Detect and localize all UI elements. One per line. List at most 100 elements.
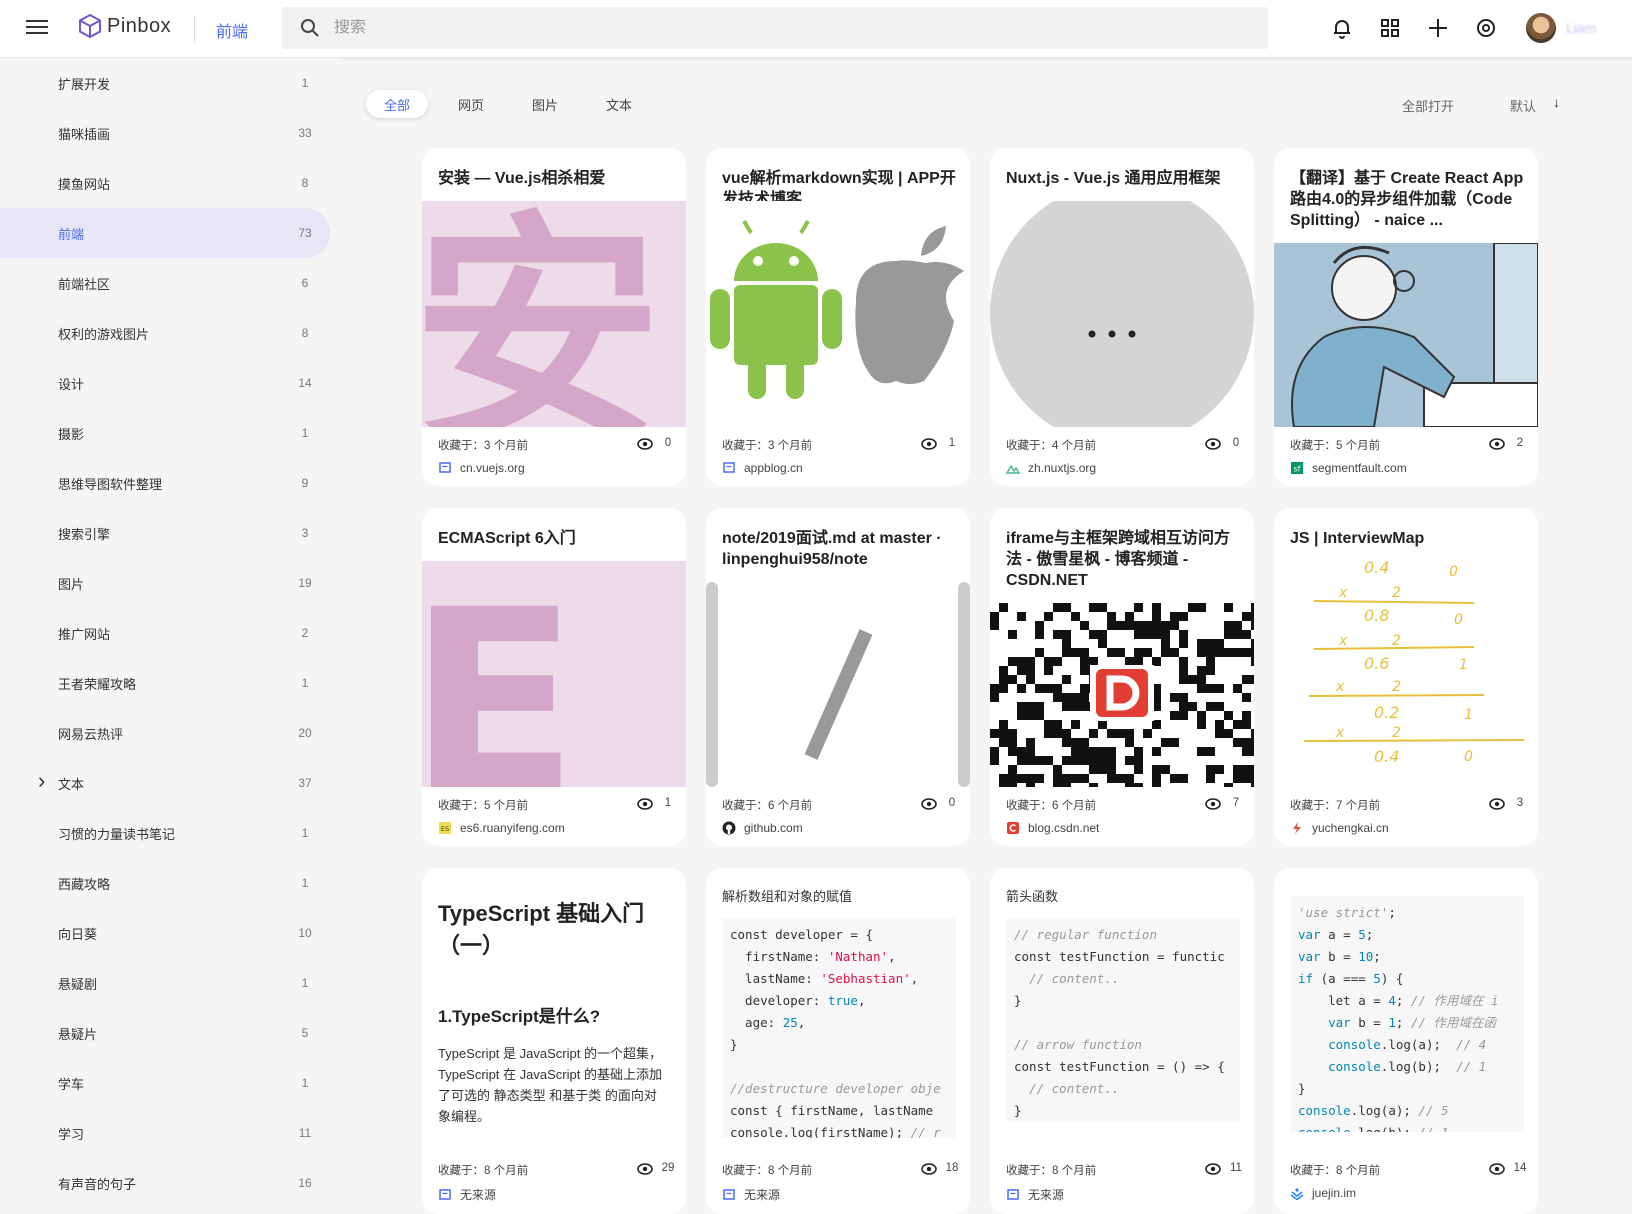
view-count: 18 <box>945 1162 959 1174</box>
sidebar-item[interactable]: 有声音的句子 16 <box>0 1158 330 1208</box>
sidebar-item[interactable]: 图片 19 <box>0 558 330 608</box>
source-label: 无来源 <box>460 1188 497 1202</box>
code-card[interactable]: 解析数组和对象的赋值 const developer = { firstName… <box>706 868 970 1214</box>
sidebar-item[interactable]: 习惯的力量读书笔记 1 <box>0 808 330 858</box>
sidebar-item[interactable]: 向日葵 10 <box>0 908 330 958</box>
grid-icon[interactable] <box>1378 16 1402 40</box>
sidebar-item[interactable]: 摸鱼网站 8 <box>0 158 330 208</box>
tab-image[interactable]: 图片 <box>514 90 576 118</box>
saved-time: 收藏于：8 个月前 <box>1006 1165 1097 1177</box>
sidebar-item[interactable]: › 文本 37 <box>0 758 330 808</box>
bookmark-card[interactable]: 【翻译】基于 Create React App路由4.0的异步组件加载（Code… <box>1274 148 1538 486</box>
sidebar-item-label: 前端 <box>58 226 85 242</box>
text-card[interactable]: TypeScript 基础入门（一） 1.TypeScript是什么? Type… <box>422 868 686 1214</box>
cartoon-programmer-image <box>1291 243 1538 427</box>
sidebar-item[interactable]: 思维导图软件整理 9 <box>0 458 330 508</box>
code-card[interactable]: 'use strict'; var a = 5; var b = 10; if … <box>1274 868 1538 1214</box>
sidebar-item[interactable]: 搜索引擎 3 <box>0 508 330 558</box>
sidebar-item-count: 6 <box>301 276 309 290</box>
saved-time: 收藏于：3 个月前 <box>722 440 813 452</box>
tab-webpage[interactable]: 网页 <box>440 90 502 118</box>
sidebar-item[interactable]: 设计 14 <box>0 358 330 408</box>
card-source[interactable]: 无来源 <box>438 1186 496 1203</box>
sidebar-item[interactable]: 猫咪插画 33 <box>0 108 330 158</box>
settings-icon[interactable] <box>1474 16 1498 40</box>
sidebar-item-count: 1 <box>301 426 309 440</box>
bell-icon[interactable] <box>1330 16 1354 40</box>
es6-icon: ES <box>439 822 451 834</box>
sidebar-item[interactable]: 悬疑片 5 <box>0 1008 330 1058</box>
segmentfault-icon: sf <box>1291 462 1303 474</box>
card-source[interactable]: sf segmentfault.com <box>1290 461 1407 475</box>
card-title: JS | InterviewMap <box>1290 530 1425 547</box>
card-source[interactable]: 无来源 <box>722 1186 780 1203</box>
sidebar-item-label: 前端社区 <box>58 276 111 292</box>
sidebar-item-count: 10 <box>298 926 312 940</box>
bookmark-card[interactable]: 安装 — Vue.js相杀相爱 安 收藏于：3 个月前 0 cn.vuejs.o… <box>422 148 686 486</box>
tab-text[interactable]: 文本 <box>588 90 650 118</box>
card-title: note/2019面试.md at master · linpenghui958… <box>722 530 942 568</box>
saved-time: 收藏于：7 个月前 <box>1290 800 1381 812</box>
sidebar-item-label: 设计 <box>58 376 85 392</box>
sidebar-item-count: 2 <box>301 626 309 640</box>
current-category[interactable]: 前端 <box>216 18 248 42</box>
chevron-right-icon[interactable]: › <box>38 768 45 794</box>
card-source[interactable]: cn.vuejs.org <box>438 461 525 475</box>
sidebar-item-count: 19 <box>298 576 312 590</box>
bookmark-card[interactable]: JS | InterviewMap 0.4 0 x 2 0.8 0 x 2 0.6 1 x… <box>1274 508 1538 846</box>
source-domain: github.com <box>744 821 803 835</box>
nuxt-icon <box>1006 464 1020 474</box>
sidebar-item[interactable]: 前端社区 6 <box>0 258 330 308</box>
saved-time: 收藏于：6 个月前 <box>1006 800 1097 812</box>
code-snippet: 'use strict'; var a = 5; var b = 10; if … <box>1290 896 1524 1132</box>
bookmark-card[interactable]: iframe与主框架跨域相互访问方法 - 傲雪星枫 - 博客频道 - CSDN.… <box>990 508 1254 846</box>
sidebar-item[interactable]: 西藏攻略 1 <box>0 858 330 908</box>
avatar[interactable] <box>1526 13 1556 43</box>
card-source[interactable]: blog.csdn.net <box>1006 821 1099 835</box>
bookmark-card[interactable]: ECMAScript 6入门 E 收藏于：5 个月前 1 ES es6.ruan… <box>422 508 686 846</box>
plus-icon[interactable] <box>1426 16 1450 40</box>
username[interactable]: Liam <box>1566 20 1596 36</box>
card-source[interactable]: appblog.cn <box>722 461 803 475</box>
sidebar-item[interactable]: 扩展开发 1 <box>0 58 330 108</box>
sidebar-item[interactable]: 前端 73 <box>0 208 330 258</box>
card-source[interactable]: zh.nuxtjs.org <box>1006 461 1096 475</box>
source-domain: yuchengkai.cn <box>1312 821 1389 835</box>
sort-select[interactable]: 默认 <box>1510 96 1536 115</box>
search-box[interactable] <box>282 7 1268 49</box>
open-all-button[interactable]: 全部打开 <box>1402 96 1454 115</box>
menu-icon[interactable] <box>26 17 48 39</box>
tab-all[interactable]: 全部 <box>366 90 429 118</box>
code-card[interactable]: 箭头函数 // regular function const testFunct… <box>990 868 1254 1214</box>
sidebar-item-label: 学车 <box>58 1076 85 1092</box>
sidebar-item[interactable]: 悬疑剧 1 <box>0 958 330 1008</box>
bookmark-card[interactable]: vue解析markdown实现 | APP开发技术博客 收藏于：3 个月前 1 … <box>706 148 970 486</box>
sidebar-item-count: 20 <box>298 726 312 740</box>
sidebar-item[interactable]: 学习 11 <box>0 1108 330 1158</box>
sidebar-item[interactable]: 权利的游戏图片 8 <box>0 308 330 358</box>
card-source[interactable]: github.com <box>722 821 803 835</box>
saved-time: 收藏于：8 个月前 <box>722 1165 813 1177</box>
bookmark-card[interactable]: note/2019面试.md at master · linpenghui958… <box>706 508 970 846</box>
sidebar-item[interactable]: 网易云热评 20 <box>0 708 330 758</box>
sidebar-item-count: 1 <box>301 676 309 690</box>
sidebar-item-label: 思维导图软件整理 <box>58 476 163 492</box>
card-source[interactable]: ES es6.ruanyifeng.com <box>438 821 565 835</box>
card-source[interactable]: 无来源 <box>1006 1186 1064 1203</box>
source-domain: segmentfault.com <box>1312 461 1407 475</box>
search-input[interactable] <box>334 19 1234 37</box>
card-source[interactable]: yuchengkai.cn <box>1290 821 1389 835</box>
bookmark-card[interactable]: Nuxt.js - Vue.js 通用应用框架 收藏于：4 个月前 0 zh.n… <box>990 148 1254 486</box>
view-count: 14 <box>1513 1162 1527 1174</box>
svg-text:1: 1 <box>1464 707 1473 723</box>
sidebar-item[interactable]: 推广网站 2 <box>0 608 330 658</box>
sidebar-item[interactable]: 王者荣耀攻略 1 <box>0 658 330 708</box>
sidebar-item[interactable]: 学车 1 <box>0 1058 330 1108</box>
sidebar-item-label: 摄影 <box>58 426 85 442</box>
card-source[interactable]: juejin.im <box>1290 1186 1356 1200</box>
sort-direction-icon[interactable]: ↓ <box>1553 94 1560 110</box>
sidebar-item-label: 搜索引擎 <box>58 526 111 542</box>
sidebar-item[interactable]: 摄影 1 <box>0 408 330 458</box>
views-icon <box>921 798 937 810</box>
logo[interactable]: Pinbox <box>79 14 171 38</box>
